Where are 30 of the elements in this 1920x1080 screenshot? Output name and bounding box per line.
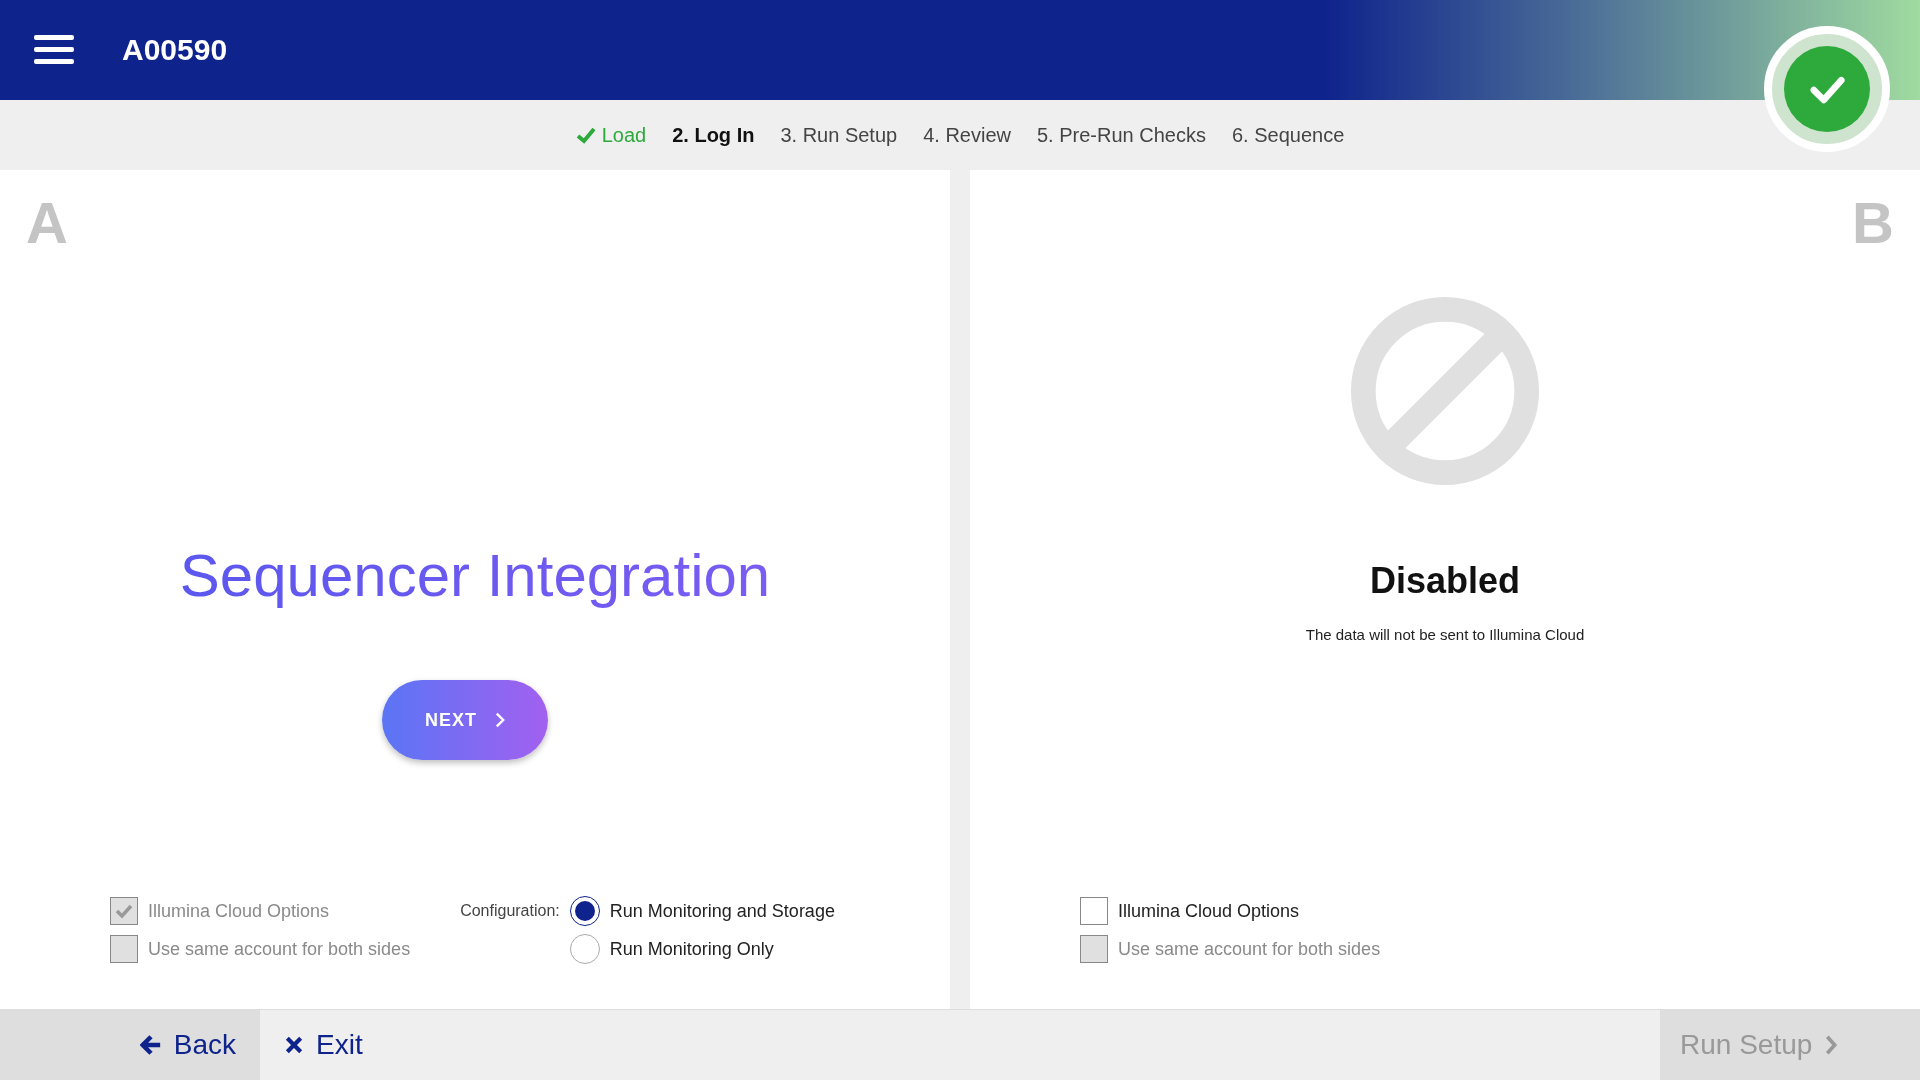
step-item: 4. Review	[923, 123, 1011, 147]
checkbox-label: Use same account for both sides	[148, 938, 411, 960]
status-heading: Disabled	[1369, 560, 1520, 602]
checkbox-label: Use same account for both sides	[1118, 938, 1381, 960]
checkbox-label: Illumina Cloud Options	[148, 900, 330, 922]
side-letter: A	[26, 194, 69, 252]
next-button[interactable]: NEXT	[382, 680, 548, 760]
back-button[interactable]: Back	[0, 1010, 260, 1080]
arrow-left-icon	[139, 1034, 162, 1056]
radio-button[interactable]	[569, 896, 600, 926]
status-message: The data will not be sent to Illumina Cloud	[1305, 626, 1585, 643]
side-letter: B	[1852, 194, 1894, 252]
menu-icon[interactable]	[34, 34, 74, 66]
radio-label: Run Monitoring and Storage	[609, 900, 835, 922]
exit-button[interactable]: Exit	[260, 1010, 387, 1080]
radio-button[interactable]	[569, 934, 600, 964]
checkbox-label: Illumina Cloud Options	[1118, 900, 1300, 922]
instrument-name: A00590	[122, 33, 228, 67]
step-item: Load	[601, 123, 647, 147]
radio-label: Run Monitoring Only	[609, 938, 774, 960]
step-item: 2. Log In	[672, 123, 755, 147]
chevron-right-icon	[1824, 1034, 1839, 1056]
close-icon	[284, 1035, 304, 1055]
step-item: 3. Run Setup	[780, 123, 898, 147]
chevron-right-icon	[495, 712, 505, 728]
step-item: 6. Sequence	[1231, 123, 1345, 147]
prohibited-icon	[1350, 296, 1540, 486]
checkbox[interactable]	[1080, 897, 1108, 925]
configuration-label: Configuration:	[460, 901, 560, 921]
step-item: 5. Pre-Run Checks	[1037, 123, 1206, 147]
